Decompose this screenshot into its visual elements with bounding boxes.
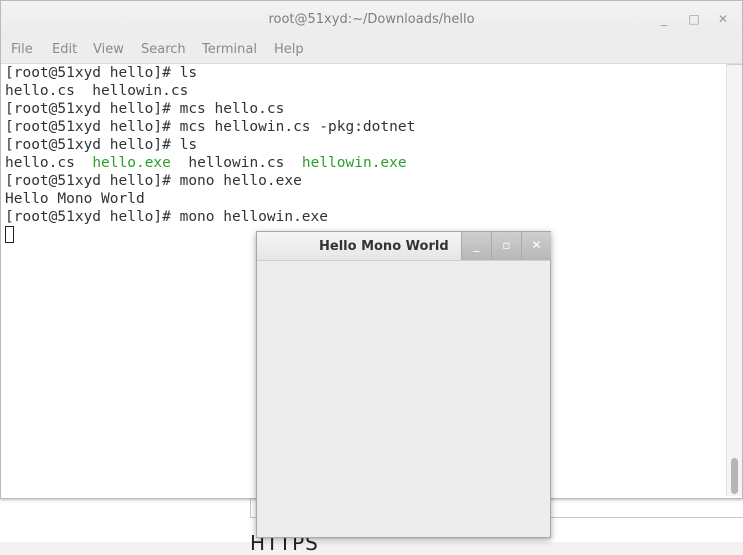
text-cursor [5, 226, 14, 243]
terminal-title: root@51xyd:~/Downloads/hello [268, 12, 475, 27]
menu-file[interactable]: File [11, 42, 33, 57]
terminal-line: [root@51xyd hello]# mcs hello.cs [5, 101, 285, 117]
hello-mono-world-window: Hello Mono World _ ▫ ✕ [256, 231, 551, 538]
hello-window-controls: _ ▫ ✕ [461, 232, 551, 260]
exe-file-name: hellowin.exe [301, 155, 407, 171]
menu-help[interactable]: Help [274, 42, 304, 57]
menu-view[interactable]: View [93, 42, 124, 57]
terminal-line: [root@51xyd hello]# ls [5, 65, 198, 81]
maximize-button[interactable]: ▫ [491, 232, 521, 260]
hello-window-content[interactable] [257, 261, 550, 537]
terminal-line: Hello Mono World [5, 191, 145, 207]
hello-window-titlebar[interactable]: Hello Mono World _ ▫ ✕ [257, 232, 551, 261]
hello-window-title: Hello Mono World [319, 239, 449, 254]
file-name: hellowin.cs [188, 155, 285, 171]
terminal-titlebar[interactable]: root@51xyd:~/Downloads/hello _ □ ✕ [1, 1, 742, 39]
menu-search[interactable]: Search [141, 42, 186, 57]
close-button[interactable]: ✕ [715, 11, 731, 27]
minimize-button[interactable]: _ [462, 232, 491, 260]
terminal-line-ls: hello.cs hello.exe hellowin.cs hellowin.… [5, 154, 407, 172]
close-button[interactable]: ✕ [521, 232, 551, 260]
minimize-button[interactable]: _ [656, 11, 672, 27]
terminal-line: [root@51xyd hello]# mono hello.exe [5, 173, 302, 189]
maximize-button[interactable]: □ [686, 11, 702, 27]
file-name: hello.cs [5, 155, 75, 171]
menu-edit[interactable]: Edit [52, 42, 77, 57]
terminal-line: [root@51xyd hello]# mcs hellowin.cs -pkg… [5, 119, 416, 135]
menu-terminal[interactable]: Terminal [202, 42, 257, 57]
terminal-line: [root@51xyd hello]# ls [5, 137, 198, 153]
exe-file-name: hello.exe [92, 155, 171, 171]
scrollbar[interactable] [726, 64, 742, 496]
scrollbar-thumb[interactable] [731, 458, 738, 494]
scrollbar-edge [727, 64, 742, 65]
terminal-line: [root@51xyd hello]# mono hellowin.exe [5, 209, 329, 225]
menubar: File Edit View Search Terminal Help [1, 39, 742, 64]
background-divider [250, 497, 251, 517]
terminal-line: hello.cs hellowin.cs [5, 83, 189, 99]
